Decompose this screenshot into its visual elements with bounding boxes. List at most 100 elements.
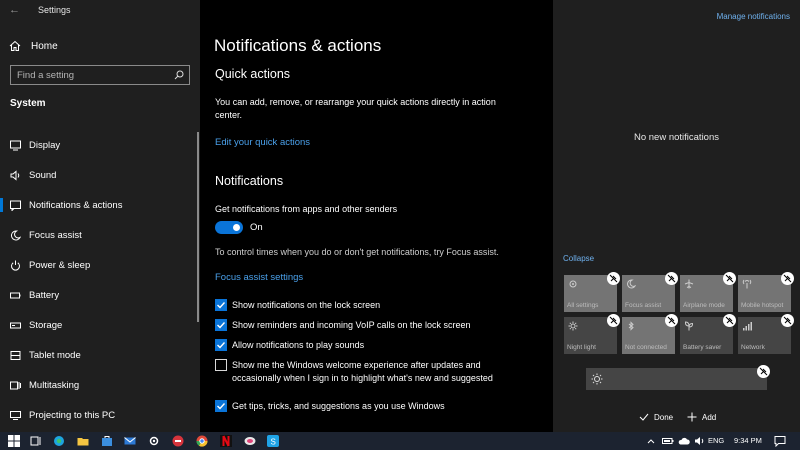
- tile-label: Not connected: [625, 344, 667, 351]
- unpin-icon: [725, 316, 734, 325]
- chevron-up-icon[interactable]: [645, 435, 657, 447]
- tile-night-light[interactable]: Night light: [564, 314, 620, 354]
- tile-airplane-mode[interactable]: Airplane mode: [680, 272, 736, 312]
- search-box[interactable]: [10, 65, 190, 85]
- windows-start-icon[interactable]: [8, 435, 20, 447]
- sidebar-item-tablet-mode[interactable]: Tablet mode: [0, 340, 196, 370]
- unpin-icon: [759, 367, 768, 376]
- sidebar-item-label: Notifications & actions: [29, 199, 123, 211]
- app-icon-red[interactable]: [172, 435, 184, 447]
- checkmark-icon: [217, 342, 226, 349]
- hotspot-icon: [742, 279, 752, 289]
- search-input[interactable]: [17, 68, 167, 82]
- tile-battery-saver[interactable]: Battery saver: [680, 314, 736, 354]
- moon-icon: [11, 229, 21, 240]
- checkbox-tips-tricks[interactable]: Get tips, tricks, and suggestions as you…: [215, 400, 502, 413]
- sidebar-item-label: Tablet mode: [29, 349, 81, 361]
- tile-mobile-hotspot[interactable]: Mobile hotspot: [738, 272, 794, 312]
- chrome-icon[interactable]: [196, 435, 208, 447]
- clock[interactable]: 9:34 PM: [734, 436, 762, 445]
- unpin-button[interactable]: [723, 314, 736, 327]
- checkbox-reminders-voip[interactable]: Show reminders and incoming VoIP calls o…: [215, 319, 502, 332]
- collapse-link[interactable]: Collapse: [563, 254, 594, 263]
- notification-icon: [10, 200, 21, 211]
- unpin-button[interactable]: [607, 272, 620, 285]
- store-icon[interactable]: [101, 435, 113, 447]
- tile-all-settings[interactable]: All settings: [564, 272, 620, 312]
- unpin-button[interactable]: [665, 272, 678, 285]
- checkbox[interactable]: [215, 319, 227, 331]
- checkbox-play-sounds[interactable]: Allow notifications to play sounds: [215, 339, 502, 352]
- unpin-button[interactable]: [723, 272, 736, 285]
- checkbox[interactable]: [215, 299, 227, 311]
- skype-icon[interactable]: S: [267, 435, 279, 447]
- tile-network[interactable]: Network: [738, 314, 794, 354]
- edit-quick-actions-link[interactable]: Edit your quick actions: [215, 137, 310, 148]
- settings-gear-icon[interactable]: [148, 435, 160, 447]
- sidebar-item-display[interactable]: Display: [0, 130, 196, 160]
- unpin-button[interactable]: [665, 314, 678, 327]
- unpin-icon: [609, 316, 618, 325]
- volume-icon[interactable]: [694, 435, 706, 447]
- add-label: Add: [702, 412, 717, 422]
- sidebar-item-projecting[interactable]: Projecting to this PC: [0, 400, 196, 430]
- toggle-state-label: On: [250, 222, 263, 233]
- checkbox[interactable]: [215, 339, 227, 351]
- onedrive-cloud-icon[interactable]: [678, 435, 690, 447]
- file-explorer-icon[interactable]: [77, 435, 89, 447]
- sidebar-scrollbar[interactable]: [197, 132, 199, 322]
- settings-sidebar: ← Settings Home System Display Sound Not…: [0, 0, 200, 432]
- add-button[interactable]: Add: [687, 412, 716, 422]
- back-arrow-icon[interactable]: ←: [9, 4, 20, 16]
- netflix-icon[interactable]: [220, 435, 232, 447]
- sidebar-item-label: Projecting to this PC: [29, 409, 116, 421]
- sidebar-item-notifications[interactable]: Notifications & actions: [0, 190, 196, 220]
- mail-icon[interactable]: [124, 435, 136, 447]
- home-label: Home: [31, 40, 58, 52]
- svg-text:S: S: [271, 438, 276, 447]
- unpin-button[interactable]: [781, 314, 794, 327]
- multitasking-icon: [10, 381, 21, 389]
- tile-label: Mobile hotspot: [741, 302, 784, 309]
- unpin-button[interactable]: [757, 365, 770, 378]
- sidebar-item-storage[interactable]: Storage: [0, 310, 196, 340]
- sidebar-item-sound[interactable]: Sound: [0, 160, 196, 190]
- checkbox-lock-screen[interactable]: Show notifications on the lock screen: [215, 299, 502, 312]
- toggle-knob: [233, 224, 240, 231]
- battery-status-icon[interactable]: [662, 435, 674, 447]
- unpin-button[interactable]: [781, 272, 794, 285]
- checkbox-label: Show notifications on the lock screen: [232, 300, 381, 310]
- speaker-icon: [10, 169, 20, 181]
- section-title: System: [10, 98, 46, 109]
- main-content: Notifications & actions Quick actions Yo…: [200, 0, 553, 432]
- app-icon-pink[interactable]: [244, 435, 256, 447]
- language-indicator[interactable]: ENG: [708, 436, 724, 445]
- sidebar-item-label: Battery: [29, 289, 60, 301]
- sidebar-item-label: Storage: [29, 319, 63, 331]
- tile-label: Airplane mode: [683, 302, 725, 309]
- notifications-toggle[interactable]: [215, 221, 243, 234]
- sidebar-item-power-sleep[interactable]: Power & sleep: [0, 250, 196, 280]
- home-link[interactable]: Home: [9, 38, 58, 54]
- sidebar-item-focus-assist[interactable]: Focus assist: [0, 220, 196, 250]
- checkbox[interactable]: [215, 400, 227, 412]
- unpin-button[interactable]: [607, 314, 620, 327]
- sidebar-item-label: Focus assist: [29, 229, 82, 241]
- action-center: Manage notifications No new notification…: [553, 0, 800, 432]
- checkbox[interactable]: [215, 359, 227, 371]
- sidebar-item-battery[interactable]: Battery: [0, 280, 196, 310]
- tile-focus-assist[interactable]: Focus assist: [622, 272, 678, 312]
- plus-icon: [687, 412, 697, 422]
- focus-assist-settings-link[interactable]: Focus assist settings: [215, 272, 303, 283]
- done-button[interactable]: Done: [639, 412, 673, 422]
- sidebar-item-multitasking[interactable]: Multitasking: [0, 370, 196, 400]
- tile-bluetooth[interactable]: Not connected: [622, 314, 678, 354]
- search-icon[interactable]: [174, 70, 184, 80]
- action-center-icon[interactable]: [774, 435, 786, 447]
- checkbox-welcome-experience[interactable]: Show me the Windows welcome experience a…: [215, 359, 502, 384]
- manage-notifications-link[interactable]: Manage notifications: [717, 12, 790, 21]
- edge-browser-icon[interactable]: [53, 435, 65, 447]
- checkmark-icon: [217, 403, 226, 410]
- task-view-icon[interactable]: [30, 435, 42, 447]
- brightness-slider[interactable]: [586, 365, 770, 390]
